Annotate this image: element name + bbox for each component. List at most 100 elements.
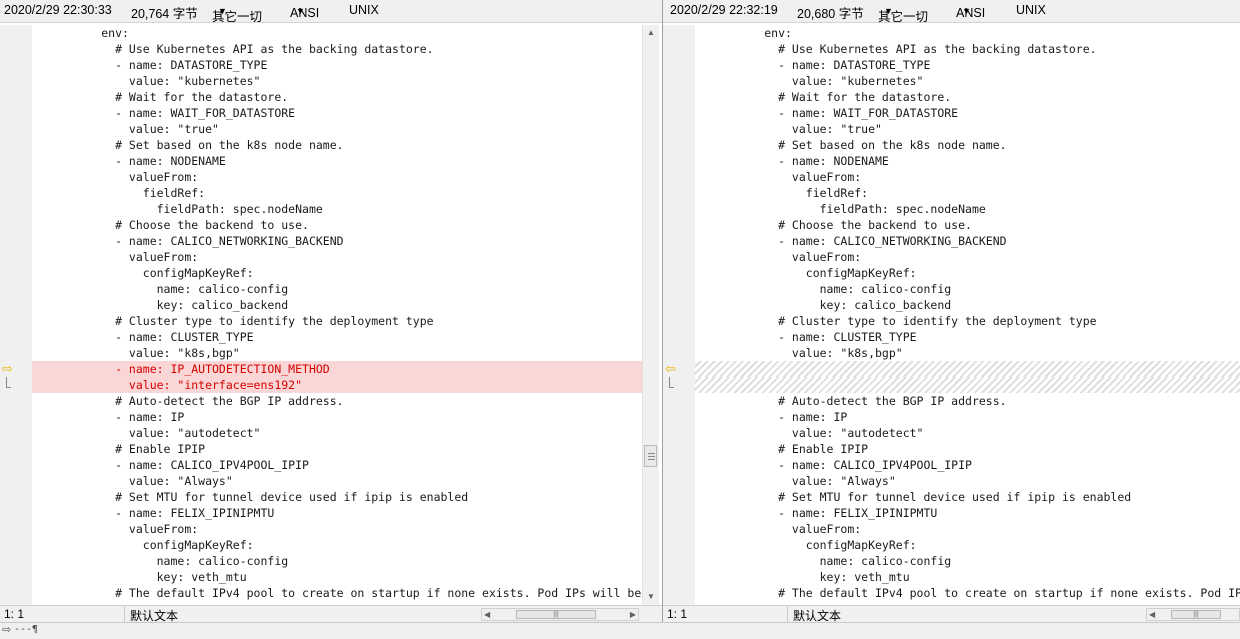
code-line[interactable]: env: (695, 25, 1240, 41)
chevron-left-icon[interactable]: ◀ (484, 609, 490, 620)
code-line[interactable]: value: "kubernetes" (695, 73, 1240, 89)
code-line[interactable]: fieldRef: (32, 185, 642, 201)
code-line[interactable]: value: "Always" (32, 473, 642, 489)
code-line[interactable]: name: calico-config (695, 281, 1240, 297)
code-line[interactable]: - name: CLUSTER_TYPE (32, 329, 642, 345)
chevron-down-icon[interactable]: ▼ (643, 589, 659, 605)
code-line[interactable]: value: "true" (695, 121, 1240, 137)
left-file-pane: 2020/2/29 22:30:33 20,764 字节 其它一切 ▼ ANSI ▼… (0, 0, 662, 622)
code-line[interactable]: - name: IP (32, 409, 642, 425)
code-line[interactable]: - name: NODENAME (32, 153, 642, 169)
right-text-type: 默认文本 (793, 609, 842, 622)
code-line[interactable]: # Set based on the k8s node name. (695, 137, 1240, 153)
right-horizontal-scroll-thumb[interactable]: ||| (1171, 610, 1221, 619)
code-line[interactable]: # Auto-detect the BGP IP address. (32, 393, 642, 409)
code-line[interactable]: value: "k8s,bgp" (695, 345, 1240, 361)
code-line[interactable]: # Auto-detect the BGP IP address. (695, 393, 1240, 409)
code-line[interactable]: - name: IP (695, 409, 1240, 425)
code-line[interactable]: value: "k8s,bgp" (32, 345, 642, 361)
right-status-bar: 1: 1 默认文本 ◀ ||| (663, 605, 1240, 622)
left-vertical-scroll-thumb[interactable] (644, 445, 657, 467)
right-horizontal-scrollbar[interactable]: ◀ ||| (1146, 608, 1240, 621)
code-line[interactable]: # Cluster type to identify the deploymen… (32, 313, 642, 329)
code-line[interactable]: valueFrom: (695, 169, 1240, 185)
code-line[interactable]: value: "autodetect" (695, 425, 1240, 441)
right-newline-label: UNIX (1016, 3, 1046, 17)
code-line[interactable]: # Set MTU for tunnel device used if ipip… (695, 489, 1240, 505)
code-line[interactable]: value: "true" (32, 121, 642, 137)
chevron-left-icon[interactable]: ◀ (1149, 609, 1155, 620)
code-line[interactable]: - name: WAIT_FOR_DATASTORE (32, 105, 642, 121)
status-divider (124, 606, 125, 622)
chevron-down-icon: ▼ (296, 6, 305, 16)
code-line[interactable]: # Wait for the datastore. (32, 89, 642, 105)
chevron-down-icon: ▼ (218, 6, 227, 16)
code-line[interactable]: key: calico_backend (695, 297, 1240, 313)
code-line[interactable]: fieldRef: (695, 185, 1240, 201)
code-line[interactable]: # Set based on the k8s node name. (32, 137, 642, 153)
right-file-size: 20,680 字节 (797, 7, 864, 21)
code-line[interactable]: key: veth_mtu (32, 569, 642, 585)
code-line[interactable]: value: "kubernetes" (32, 73, 642, 89)
code-line[interactable]: # Use Kubernetes API as the backing data… (32, 41, 642, 57)
code-line[interactable]: valueFrom: (695, 521, 1240, 537)
code-line[interactable]: value: "Always" (695, 473, 1240, 489)
chevron-right-icon[interactable]: ▶ (630, 609, 636, 620)
code-line[interactable]: - name: CALICO_IPV4POOL_IPIP (32, 457, 642, 473)
code-line[interactable]: name: calico-config (32, 281, 642, 297)
code-line[interactable]: # Choose the backend to use. (695, 217, 1240, 233)
code-line[interactable]: valueFrom: (32, 169, 642, 185)
code-line[interactable]: key: calico_backend (32, 297, 642, 313)
diff-line[interactable] (695, 361, 1240, 377)
code-line[interactable]: configMapKeyRef: (695, 265, 1240, 281)
code-line[interactable]: # Set MTU for tunnel device used if ipip… (32, 489, 642, 505)
diff-line[interactable]: value: "interface=ens192" (32, 377, 642, 393)
left-vertical-scrollbar[interactable]: ▲ ▼ (642, 25, 659, 605)
arrow-right-icon[interactable]: ⇨ (2, 362, 18, 375)
code-line[interactable]: # Use Kubernetes API as the backing data… (695, 41, 1240, 57)
code-line[interactable]: - name: CALICO_NETWORKING_BACKEND (695, 233, 1240, 249)
left-gutter: ⇨ (0, 25, 32, 605)
code-line[interactable]: name: calico-config (32, 553, 642, 569)
code-line[interactable]: - name: NODENAME (695, 153, 1240, 169)
code-line[interactable]: valueFrom: (695, 249, 1240, 265)
left-horizontal-scrollbar[interactable]: ◀ ||| ▶ (481, 608, 639, 621)
code-line[interactable]: # The default IPv4 pool to create on sta… (32, 585, 642, 601)
code-line[interactable]: - name: CALICO_IPV4POOL_IPIP (695, 457, 1240, 473)
code-line[interactable]: name: calico-config (695, 553, 1240, 569)
code-line[interactable]: # The default IPv4 pool to create on sta… (695, 585, 1240, 601)
code-line[interactable]: - name: FELIX_IPINIPMTU (32, 505, 642, 521)
code-line[interactable]: valueFrom: (32, 249, 642, 265)
code-line[interactable]: valueFrom: (32, 521, 642, 537)
left-file-date: 2020/2/29 22:30:33 (4, 3, 112, 17)
code-line[interactable]: # Enable IPIP (32, 441, 642, 457)
code-line[interactable]: # Wait for the datastore. (695, 89, 1240, 105)
right-code-area[interactable]: env: # Use Kubernetes API as the backing… (695, 25, 1240, 605)
code-line[interactable]: fieldPath: spec.nodeName (695, 201, 1240, 217)
code-line[interactable]: # Enable IPIP (695, 441, 1240, 457)
left-horizontal-scroll-thumb[interactable]: ||| (516, 610, 596, 619)
diff-line[interactable]: - name: IP_AUTODETECTION_METHOD (32, 361, 642, 377)
arrow-right-icon[interactable]: ⇨ (2, 624, 11, 637)
code-line[interactable]: # Cluster type to identify the deploymen… (695, 313, 1240, 329)
diff-line[interactable] (695, 377, 1240, 393)
code-line[interactable]: env: (32, 25, 642, 41)
chevron-up-icon[interactable]: ▲ (643, 25, 659, 41)
code-line[interactable]: - name: CALICO_NETWORKING_BACKEND (32, 233, 642, 249)
code-line[interactable]: - name: CLUSTER_TYPE (695, 329, 1240, 345)
code-line[interactable]: configMapKeyRef: (695, 537, 1240, 553)
code-line[interactable]: configMapKeyRef: (32, 537, 642, 553)
left-info-bar: 2020/2/29 22:30:33 20,764 字节 其它一切 ▼ ANSI ▼… (0, 0, 662, 24)
left-cursor-position: 1: 1 (4, 607, 25, 621)
code-line[interactable]: - name: DATASTORE_TYPE (32, 57, 642, 73)
code-line[interactable]: value: "autodetect" (32, 425, 642, 441)
arrow-left-icon[interactable]: ⇦ (665, 362, 681, 375)
code-line[interactable]: - name: FELIX_IPINIPMTU (695, 505, 1240, 521)
code-line[interactable]: fieldPath: spec.nodeName (32, 201, 642, 217)
code-line[interactable]: - name: DATASTORE_TYPE (695, 57, 1240, 73)
code-line[interactable]: # Choose the backend to use. (32, 217, 642, 233)
code-line[interactable]: configMapKeyRef: (32, 265, 642, 281)
code-line[interactable]: key: veth_mtu (695, 569, 1240, 585)
left-code-area[interactable]: env: # Use Kubernetes API as the backing… (32, 25, 642, 605)
code-line[interactable]: - name: WAIT_FOR_DATASTORE (695, 105, 1240, 121)
